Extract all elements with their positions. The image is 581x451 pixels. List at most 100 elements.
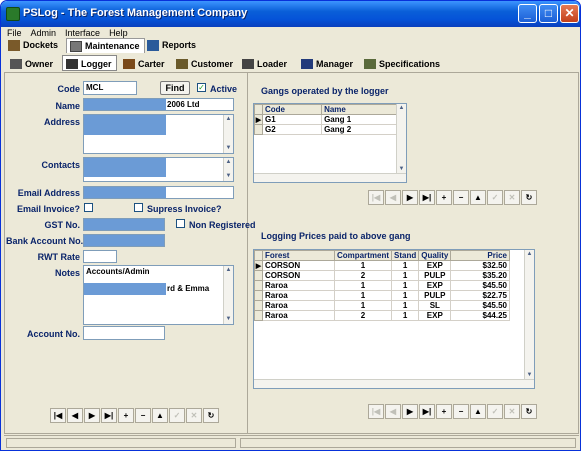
table-cell[interactable]: 1 <box>391 260 420 271</box>
column-header[interactable]: Stand <box>391 250 420 261</box>
column-header[interactable]: Quality <box>418 250 452 261</box>
table-row[interactable]: Raroa 1 1 EXP $45.50 <box>254 280 510 291</box>
prior-icon[interactable]: ◀ <box>385 404 401 419</box>
table-cell[interactable]: 1 <box>391 300 420 311</box>
address-scrollbar[interactable]: ▲ ▼ <box>223 115 233 153</box>
contacts-textarea[interactable]: ▲ ▼ <box>83 157 234 182</box>
edit-icon[interactable]: ▲ <box>152 408 168 423</box>
table-cell[interactable]: 1 <box>333 290 393 301</box>
gst-input[interactable] <box>83 218 165 231</box>
next-icon[interactable]: ▶ <box>402 404 418 419</box>
column-header[interactable]: Compartment <box>333 250 393 261</box>
post-icon[interactable]: ✓ <box>169 408 185 423</box>
tab-logger[interactable]: Logger <box>62 55 117 71</box>
prices-grid[interactable]: Forest Compartment Stand Quality Price ▶… <box>253 249 535 389</box>
table-row[interactable]: ▶ CORSON 1 1 EXP $32.50 <box>254 260 510 271</box>
account-no-input[interactable] <box>83 326 165 340</box>
table-cell[interactable]: PULP <box>418 290 452 301</box>
edit-icon[interactable]: ▲ <box>470 190 486 205</box>
next-icon[interactable]: ▶ <box>84 408 100 423</box>
find-button[interactable]: Find <box>160 81 190 95</box>
code-input[interactable]: MCL <box>83 81 137 95</box>
table-cell[interactable]: 1 <box>333 300 393 311</box>
table-cell[interactable]: EXP <box>418 310 452 321</box>
table-cell[interactable]: Raroa <box>262 300 335 311</box>
notes-scrollbar[interactable]: ▲ ▼ <box>223 266 233 324</box>
delete-icon[interactable]: − <box>453 190 469 205</box>
first-icon[interactable]: |◀ <box>368 190 384 205</box>
table-cell[interactable]: 1 <box>333 280 393 291</box>
tab-owner[interactable]: Owner <box>6 55 58 71</box>
table-cell[interactable]: G2 <box>261 124 323 135</box>
prior-icon[interactable]: ◀ <box>67 408 83 423</box>
table-cell[interactable]: Gang 2 <box>321 124 398 135</box>
active-checkbox[interactable]: ✓ <box>197 83 206 92</box>
email-input[interactable] <box>83 186 234 199</box>
table-row[interactable]: ▶ G1 Gang 1 <box>254 114 398 125</box>
tab-customer[interactable]: Customer <box>172 55 238 71</box>
tab-maintenance[interactable]: Maintenance <box>66 38 145 53</box>
table-cell[interactable]: Raroa <box>262 280 335 291</box>
cancel-icon[interactable]: ✕ <box>186 408 202 423</box>
scroll-down-icon[interactable]: ▼ <box>224 172 233 181</box>
maximize-button[interactable]: □ <box>539 4 558 23</box>
prior-icon[interactable]: ◀ <box>385 190 401 205</box>
scroll-up-icon[interactable]: ▲ <box>525 250 534 259</box>
table-cell[interactable]: Raroa <box>262 310 335 321</box>
table-cell[interactable]: 2 <box>333 310 393 321</box>
minimize-button[interactable]: _ <box>518 4 537 23</box>
table-cell[interactable]: 1 <box>391 310 420 321</box>
tab-loader[interactable]: Loader <box>238 55 292 71</box>
table-cell[interactable]: EXP <box>418 260 452 271</box>
supress-invoice-checkbox[interactable] <box>134 203 143 212</box>
cancel-icon[interactable]: ✕ <box>504 190 520 205</box>
notes-textarea[interactable]: Accounts/Admin rd & Emma ▲ ▼ <box>83 265 234 325</box>
table-cell[interactable]: G1 <box>261 114 323 125</box>
column-header[interactable]: Code <box>261 104 323 115</box>
table-cell[interactable]: 1 <box>333 260 393 271</box>
tab-dockets[interactable]: Dockets <box>5 38 62 53</box>
column-header[interactable]: Forest <box>262 250 335 261</box>
delete-icon[interactable]: − <box>135 408 151 423</box>
table-cell[interactable]: EXP <box>418 280 452 291</box>
table-cell[interactable]: 2 <box>333 270 393 281</box>
rwt-rate-input[interactable] <box>83 250 117 263</box>
insert-icon[interactable]: + <box>436 190 452 205</box>
table-cell[interactable]: $44.25 <box>450 310 510 321</box>
tab-specifications[interactable]: Specifications <box>360 55 445 71</box>
address-textarea[interactable]: ▲ ▼ <box>83 114 234 154</box>
last-icon[interactable]: ▶| <box>419 190 435 205</box>
refresh-icon[interactable]: ↻ <box>203 408 219 423</box>
next-icon[interactable]: ▶ <box>402 190 418 205</box>
tab-carter[interactable]: Carter <box>119 55 170 71</box>
post-icon[interactable]: ✓ <box>487 404 503 419</box>
table-row[interactable]: Raroa 1 1 SL $45.50 <box>254 300 510 311</box>
table-cell[interactable]: Gang 1 <box>321 114 398 125</box>
column-header[interactable]: Price <box>450 250 510 261</box>
table-row[interactable]: Raroa 1 1 PULP $22.75 <box>254 290 510 301</box>
table-cell[interactable]: 1 <box>391 280 420 291</box>
first-icon[interactable]: |◀ <box>368 404 384 419</box>
insert-icon[interactable]: + <box>118 408 134 423</box>
scroll-up-icon[interactable]: ▲ <box>224 115 233 124</box>
table-cell[interactable]: Raroa <box>262 290 335 301</box>
delete-icon[interactable]: − <box>453 404 469 419</box>
table-row[interactable]: CORSON 2 1 PULP $35.20 <box>254 270 510 281</box>
last-icon[interactable]: ▶| <box>101 408 117 423</box>
table-cell[interactable]: $32.50 <box>450 260 510 271</box>
table-cell[interactable]: $45.50 <box>450 280 510 291</box>
gangs-grid[interactable]: Code Name ▶ G1 Gang 1 G2 Gang 2 ▲ ▼ <box>253 103 407 183</box>
edit-icon[interactable]: ▲ <box>470 404 486 419</box>
close-button[interactable]: ✕ <box>560 4 579 23</box>
table-cell[interactable]: PULP <box>418 270 452 281</box>
column-header[interactable]: Name <box>321 104 398 115</box>
refresh-icon[interactable]: ↻ <box>521 190 537 205</box>
prices-vscrollbar[interactable]: ▲ ▼ <box>524 250 534 380</box>
tab-manager[interactable]: Manager <box>297 55 358 71</box>
scroll-up-icon[interactable]: ▲ <box>224 266 233 275</box>
table-cell[interactable]: $35.20 <box>450 270 510 281</box>
prices-hscrollbar[interactable] <box>254 379 534 388</box>
table-cell[interactable]: $45.50 <box>450 300 510 311</box>
scroll-up-icon[interactable]: ▲ <box>224 158 233 167</box>
gangs-vscrollbar[interactable]: ▲ ▼ <box>396 104 406 174</box>
